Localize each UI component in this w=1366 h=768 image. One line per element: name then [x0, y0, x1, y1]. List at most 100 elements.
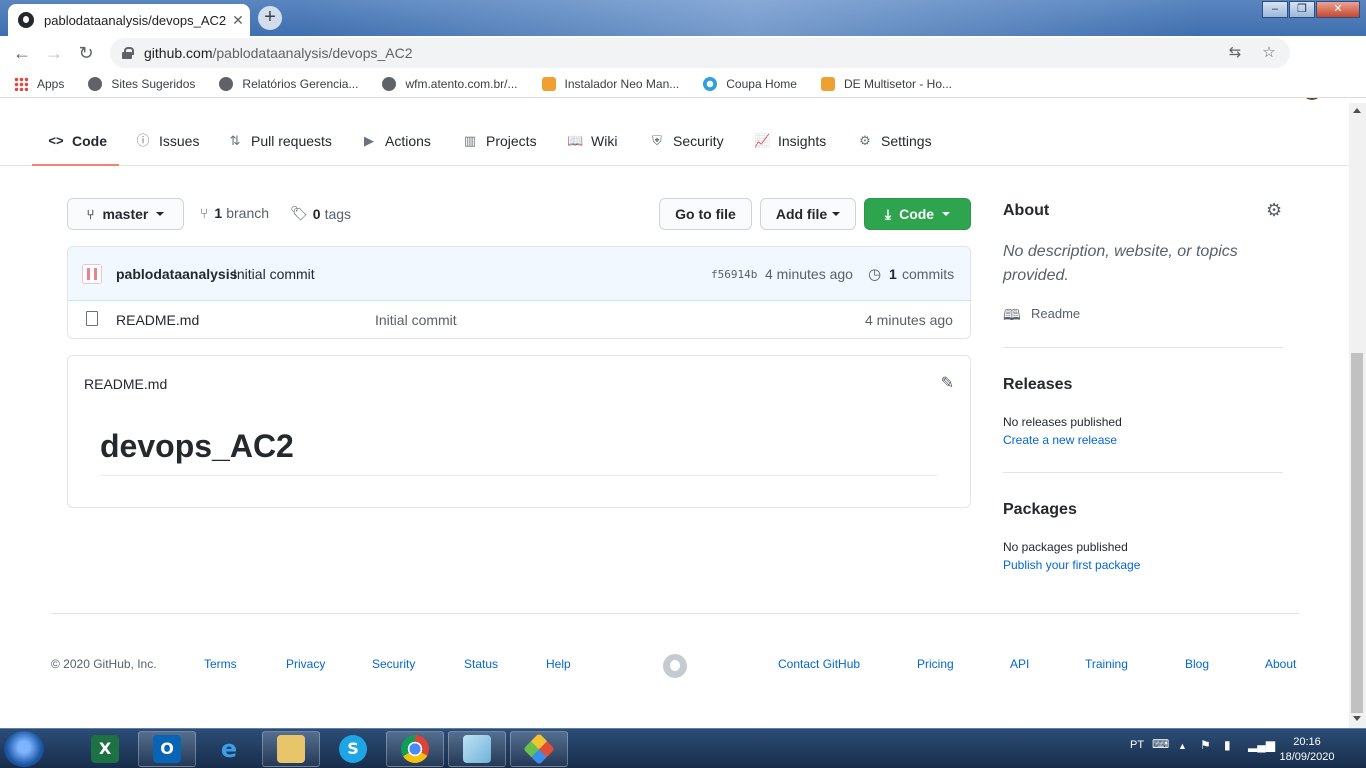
readme-link[interactable]: Readme [1031, 306, 1080, 321]
file-commit-message[interactable]: Initial commit [375, 312, 457, 328]
bookmark-label: DE Multisetor - Ho... [843, 76, 952, 91]
commit-author[interactable]: pablodataanalysis [116, 266, 237, 282]
footer-link-security[interactable]: Security [372, 657, 415, 671]
bookmark-relatorios[interactable]: Relatórios Gerencia... [219, 76, 359, 91]
action-center-flag-icon[interactable]: ⚑ [1200, 738, 1211, 752]
reload-icon[interactable]: ↻ [70, 38, 102, 68]
bookmark-wfm[interactable]: wfm.atento.com.br/... [382, 76, 518, 91]
tab-projects[interactable]: ▥ Projects [462, 129, 537, 153]
bookmark-sites-sugeridos[interactable]: Sites Sugeridos [88, 76, 195, 91]
file-row: README.md Initial commit 4 minutes ago [68, 301, 970, 338]
language-indicator[interactable]: PT [1130, 739, 1144, 751]
footer-link-help[interactable]: Help [546, 657, 571, 671]
footer-link-terms[interactable]: Terms [204, 657, 237, 671]
bookmark-star-icon[interactable]: ☆ [1258, 42, 1280, 64]
footer-link-training[interactable]: Training [1085, 657, 1128, 671]
forward-arrow-icon[interactable]: → [38, 38, 70, 68]
branches-link[interactable]: ⑂ 1 branch [200, 205, 269, 221]
bookmark-label: Coupa Home [726, 76, 797, 91]
bookmark-apps[interactable]: Apps [14, 76, 64, 91]
commit-message[interactable]: Initial commit [233, 266, 315, 282]
close-window-button[interactable]: ✕ [1316, 1, 1360, 18]
tab-wiki[interactable]: 📖 Wiki [567, 129, 617, 153]
bookmark-coupa[interactable]: Coupa Home [703, 76, 797, 91]
author-avatar[interactable] [82, 264, 102, 284]
taskbar-excel[interactable]: X [76, 731, 134, 767]
tab-label: Pull requests [251, 133, 332, 149]
footer-link-status[interactable]: Status [464, 657, 498, 671]
tab-insights[interactable]: 📈 Insights [754, 129, 826, 153]
apps-grid-icon [14, 76, 28, 91]
footer-link-blog[interactable]: Blog [1185, 657, 1209, 671]
pencil-icon[interactable]: ✎ [941, 373, 954, 393]
taskbar-app[interactable] [448, 731, 506, 767]
github-logo-icon[interactable] [663, 654, 687, 678]
tab-issues[interactable]: ⓘ Issues [135, 129, 199, 153]
skype-icon: S [339, 735, 367, 763]
commit-sha[interactable]: f56914b [711, 268, 757, 281]
taskbar-skype[interactable]: S [324, 731, 382, 767]
minimize-button[interactable]: – [1262, 1, 1288, 18]
page-scrollbar[interactable] [1349, 103, 1366, 728]
bookmark-de-multisetor[interactable]: DE Multisetor - Ho... [820, 76, 952, 91]
footer-link-pricing[interactable]: Pricing [917, 657, 954, 671]
maximize-button[interactable]: ❐ [1289, 1, 1315, 18]
branch-select-button[interactable]: ⑂ master [67, 198, 184, 230]
file-name[interactable]: README.md [116, 312, 199, 328]
bookmark-instalador[interactable]: Instalador Neo Man... [541, 76, 679, 91]
footer-link-privacy[interactable]: Privacy [286, 657, 325, 671]
translate-icon[interactable]: ⇆ [1224, 42, 1246, 64]
taskbar-explorer[interactable] [262, 731, 320, 767]
publish-package-link[interactable]: Publish your first package [1003, 558, 1140, 572]
folder-icon [277, 735, 305, 763]
repo-nav: <> Code ⓘ Issues ⇅ Pull requests ▶ Actions ▥… [0, 103, 1348, 166]
url-text: github.com/pablodataanalysis/devops_AC2 [144, 45, 413, 61]
scroll-down-arrow-icon[interactable] [1353, 716, 1361, 721]
taskbar-git[interactable] [510, 731, 568, 767]
show-hidden-icons-icon[interactable]: ▲ [1178, 741, 1187, 751]
keyboard-icon[interactable]: ⌨ [1152, 737, 1169, 751]
address-bar[interactable]: github.com/pablodataanalysis/devops_AC2 … [110, 38, 1290, 68]
gear-icon[interactable]: ⚙ [1266, 200, 1282, 221]
caret-down-icon [156, 212, 165, 216]
footer-link-about[interactable]: About [1265, 657, 1296, 671]
scroll-up-arrow-icon[interactable] [1353, 108, 1361, 113]
graph-icon: 📈 [754, 133, 771, 148]
releases-empty: No releases published [1003, 415, 1122, 429]
new-tab-button[interactable]: + [258, 6, 282, 30]
taskbar-ie[interactable]: e [200, 731, 258, 767]
footer-link-contact[interactable]: Contact GitHub [778, 657, 860, 671]
create-release-link[interactable]: Create a new release [1003, 433, 1117, 447]
tab-security[interactable]: ⛨ Security [649, 129, 723, 153]
globe-icon [219, 76, 234, 91]
scrollbar-thumb[interactable] [1351, 353, 1363, 713]
code-download-button[interactable]: ⤓ Code [864, 198, 971, 230]
tab-code[interactable]: <> Code [48, 129, 107, 153]
add-file-button[interactable]: Add file [760, 198, 856, 230]
tab-settings[interactable]: ⚙ Settings [857, 129, 931, 153]
packages-title[interactable]: Packages [1003, 501, 1077, 519]
commit-count[interactable]: 1 [889, 266, 897, 282]
tab-actions[interactable]: ▶ Actions [361, 129, 431, 153]
releases-title[interactable]: Releases [1003, 376, 1072, 394]
back-arrow-icon[interactable]: ← [6, 38, 38, 68]
go-to-file-button[interactable]: Go to file [659, 198, 752, 230]
excel-icon: X [91, 735, 119, 763]
taskbar-clock[interactable]: 20:16 18/09/2020 [1270, 735, 1344, 765]
commit-count-word[interactable]: commits [902, 266, 954, 282]
lock-icon [122, 47, 134, 59]
start-button[interactable] [4, 731, 44, 767]
tab-pull-requests[interactable]: ⇅ Pull requests [227, 129, 332, 153]
shield-icon: ⛨ [652, 133, 662, 148]
bookmark-label: Relatórios Gerencia... [242, 76, 359, 91]
file-browser: pablodataanalysis Initial commit f56914b… [67, 246, 971, 339]
taskbar-chrome[interactable] [386, 731, 444, 767]
app-icon [463, 735, 491, 763]
footer-link-api[interactable]: API [1010, 657, 1029, 671]
browser-tab[interactable]: pablodataanalysis/devops_AC2 ✕ [8, 4, 250, 36]
power-icon[interactable]: ▮ [1224, 738, 1231, 752]
taskbar-outlook[interactable]: O [138, 731, 196, 767]
tags-link[interactable]: 🏷 0 tags [290, 205, 351, 222]
tab-close-icon[interactable]: ✕ [232, 12, 244, 29]
sidebar-divider [1003, 347, 1283, 348]
